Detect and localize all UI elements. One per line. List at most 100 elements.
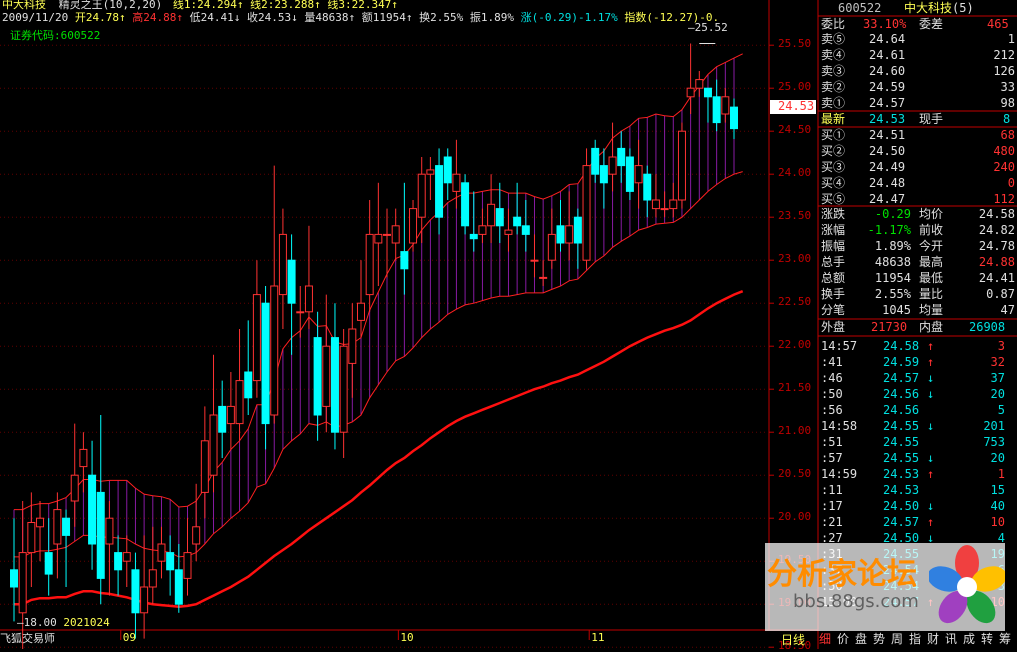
tick-direction: ↑: [927, 467, 935, 481]
current-price-tag: 24.53: [770, 99, 816, 114]
ask-price: 24.61: [869, 48, 906, 62]
candle-body: [79, 448, 88, 468]
candle-body: [660, 208, 669, 211]
price-tick-label: 20.50: [778, 467, 812, 481]
tick-time: 14:58: [821, 419, 858, 433]
rp-name-suffix: (5): [952, 1, 974, 15]
weibi-value: 33.10%: [863, 17, 907, 31]
tab-8[interactable]: 成: [963, 631, 975, 647]
tick-row[interactable]: :17 24.50 ↓ 40: [819, 498, 1017, 514]
tab-5[interactable]: 指: [909, 631, 921, 647]
candle-body: [703, 87, 712, 98]
tab-7[interactable]: 讯: [945, 631, 957, 647]
price-tick-label: 21.50: [778, 381, 812, 395]
tick-row[interactable]: :11 24.53 15: [819, 482, 1017, 498]
candle-body: [62, 517, 71, 536]
candle-body: [452, 173, 461, 192]
stat-label-2: 前收: [919, 223, 944, 237]
tick-volume: 5: [997, 403, 1005, 417]
tick-row[interactable]: :41 24.59 ↑ 32: [819, 354, 1017, 370]
tick-row[interactable]: :56 24.56 5: [819, 402, 1017, 418]
stat-label-1: 涨幅: [821, 223, 846, 237]
ask-label: 卖①: [821, 96, 846, 110]
candle-body: [478, 225, 487, 235]
tab-3[interactable]: 势: [873, 631, 885, 647]
rp-name-text: 中大科技: [904, 1, 953, 15]
price-tick-label: 25.00: [778, 80, 812, 94]
stat-value-2: 24.88: [978, 255, 1015, 269]
stat-value-2: 24.58: [978, 207, 1015, 221]
neipan-label: 内盘: [919, 320, 944, 334]
candle-body: [426, 169, 435, 175]
tab-10[interactable]: 筹: [999, 631, 1011, 647]
candle-body: [712, 96, 721, 124]
candle-body: [10, 569, 18, 588]
candle-body: [721, 96, 730, 115]
stat-value-2: 24.82: [978, 223, 1015, 237]
chart-header-line2: 2009/11/20 开24.78↑ 高24.88↑ 低24.41↓ 收24.5…: [2, 11, 719, 25]
tick-time: :57: [821, 451, 843, 465]
candle-body: [695, 79, 704, 89]
stat-label-2: 今开: [919, 239, 944, 253]
bid-label: 买③: [821, 160, 846, 174]
tick-row[interactable]: :50 24.56 ↓ 20: [819, 386, 1017, 402]
tick-row[interactable]: 14:59 24.53 ↑ 1: [819, 466, 1017, 482]
candle-body: [365, 233, 374, 296]
stat-label-1: 总额: [821, 271, 846, 285]
stat-label-2: 均量: [919, 303, 944, 317]
tick-time: :17: [821, 499, 843, 513]
stat-row: 振幅 1.89% 今开 24.78: [819, 238, 1017, 254]
tab-daily[interactable]: 日线: [781, 631, 805, 648]
tab-9[interactable]: 转: [981, 631, 993, 647]
ask-volume: 126: [993, 64, 1015, 78]
stat-value-1: 48638: [874, 255, 911, 269]
tab-1[interactable]: 价: [837, 631, 849, 647]
tick-row[interactable]: :21 24.57 ↑ 10: [819, 514, 1017, 530]
stat-label-1: 换手: [821, 287, 846, 301]
tick-row[interactable]: :51 24.55 753: [819, 434, 1017, 450]
change-value: 涨(-0.29)-1.17%: [520, 11, 618, 24]
candle-body: [330, 337, 339, 433]
candle-body: [617, 147, 626, 167]
candle-body: [166, 552, 175, 571]
stat-label-2: 最低: [919, 271, 944, 285]
bid-volume: 240: [993, 160, 1015, 174]
tab-4[interactable]: 周: [891, 631, 903, 647]
tick-price: 24.56: [883, 387, 920, 401]
candle-body: [565, 225, 574, 244]
candle-body: [539, 276, 548, 279]
tab-2[interactable]: 盘: [855, 631, 867, 647]
candle-body: [209, 414, 218, 476]
tab-6[interactable]: 财: [927, 631, 939, 647]
bid-price: 24.47: [869, 192, 906, 206]
current-price-tag-text: 24.53: [778, 99, 815, 113]
time-tick-label: 10: [400, 631, 414, 644]
bid-label: 买⑤: [821, 192, 846, 206]
candle-body: [296, 311, 305, 314]
stat-row: 总手 48638 最高 24.88: [819, 254, 1017, 270]
candle-body: [226, 405, 235, 425]
candle-body: [556, 225, 565, 244]
tick-direction: ↑: [927, 515, 935, 529]
stat-label-1: 总手: [821, 255, 846, 269]
bid-row: 买④ 24.48 0: [819, 175, 1017, 191]
tick-row[interactable]: :57 24.55 ↓ 20: [819, 450, 1017, 466]
candle-body: [383, 233, 392, 236]
ask-row: 卖③ 24.60 126: [819, 63, 1017, 79]
candle-body: [88, 474, 97, 545]
bid-price: 24.51: [869, 128, 906, 142]
candle-body: [36, 517, 45, 528]
tick-row[interactable]: :46 24.57 ↓ 37: [819, 370, 1017, 386]
waipan-value: 21730: [871, 320, 908, 334]
tick-volume: 20: [990, 387, 1005, 401]
stat-value-1: 11954: [874, 271, 911, 285]
ask-label: 卖②: [821, 80, 846, 94]
ask-label: 卖⑤: [821, 32, 846, 46]
candle-body: [686, 87, 695, 98]
tab-0[interactable]: 细: [819, 631, 831, 647]
candle-body: [356, 302, 365, 321]
stat-row: 涨幅 -1.17% 前收 24.82: [819, 222, 1017, 238]
tick-time: :56: [821, 403, 843, 417]
tick-row[interactable]: 14:58 24.55 ↓ 201: [819, 418, 1017, 434]
tick-row[interactable]: 14:57 24.58 ↑ 3: [819, 338, 1017, 354]
